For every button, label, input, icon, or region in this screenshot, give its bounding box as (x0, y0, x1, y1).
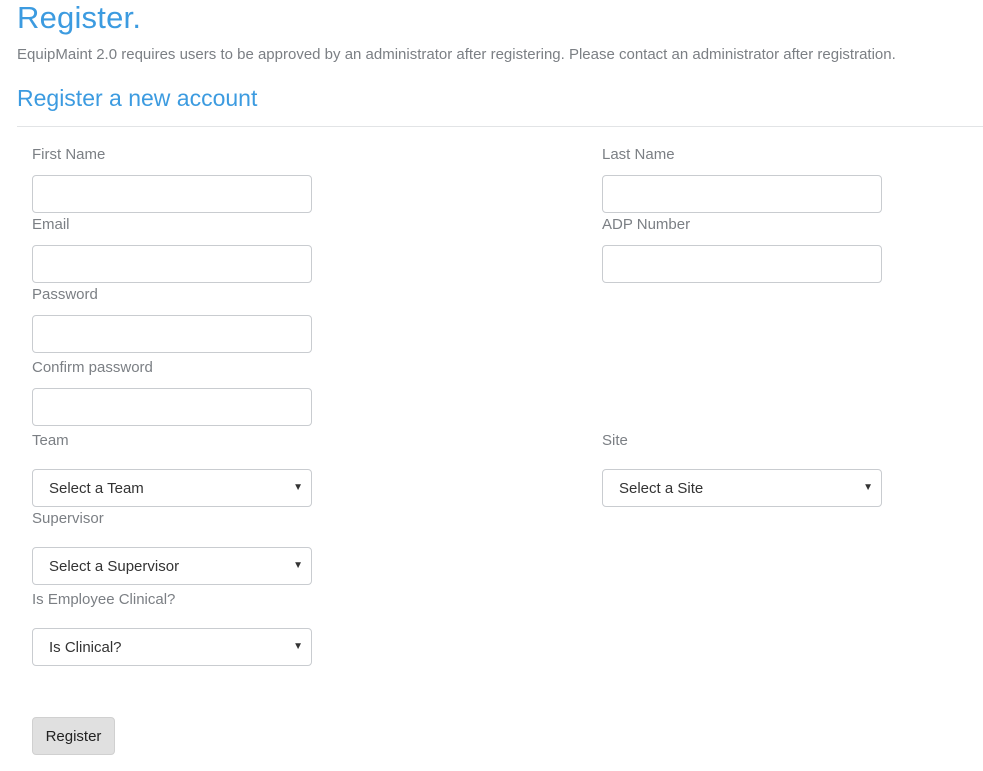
adp-number-label: ADP Number (602, 216, 691, 233)
team-label: Team (32, 432, 69, 449)
register-page: Register. EquipMaint 2.0 requires users … (0, 0, 983, 771)
email-input[interactable] (32, 245, 312, 283)
approval-notice: EquipMaint 2.0 requires users to be appr… (17, 46, 896, 63)
site-select-value: Select a Site (619, 480, 704, 497)
clinical-select[interactable]: Is Clinical? ▼ (32, 628, 312, 666)
clinical-label: Is Employee Clinical? (32, 591, 176, 608)
section-divider (17, 126, 983, 127)
clinical-select-value: Is Clinical? (49, 639, 122, 656)
confirm-password-input[interactable] (32, 388, 312, 426)
triangle-down-icon: ▼ (293, 560, 303, 571)
triangle-down-icon: ▼ (293, 641, 303, 652)
supervisor-label: Supervisor (32, 510, 104, 527)
team-select-value: Select a Team (49, 480, 144, 497)
site-label: Site (602, 432, 628, 449)
section-title: Register a new account (17, 85, 258, 111)
supervisor-select[interactable]: Select a Supervisor ▼ (32, 547, 312, 585)
first-name-input[interactable] (32, 175, 312, 213)
password-label: Password (32, 286, 98, 303)
last-name-input[interactable] (602, 175, 882, 213)
page-title: Register. (17, 0, 142, 35)
confirm-password-label: Confirm password (32, 359, 153, 376)
triangle-down-icon: ▼ (293, 482, 303, 493)
supervisor-select-value: Select a Supervisor (49, 558, 180, 575)
team-select[interactable]: Select a Team ▼ (32, 469, 312, 507)
first-name-label: First Name (32, 146, 106, 163)
adp-number-input[interactable] (602, 245, 882, 283)
register-button[interactable]: Register (32, 717, 115, 755)
site-select[interactable]: Select a Site ▼ (602, 469, 882, 507)
password-input[interactable] (32, 315, 312, 353)
last-name-label: Last Name (602, 146, 675, 163)
email-label: Email (32, 216, 70, 233)
triangle-down-icon: ▼ (863, 482, 873, 493)
